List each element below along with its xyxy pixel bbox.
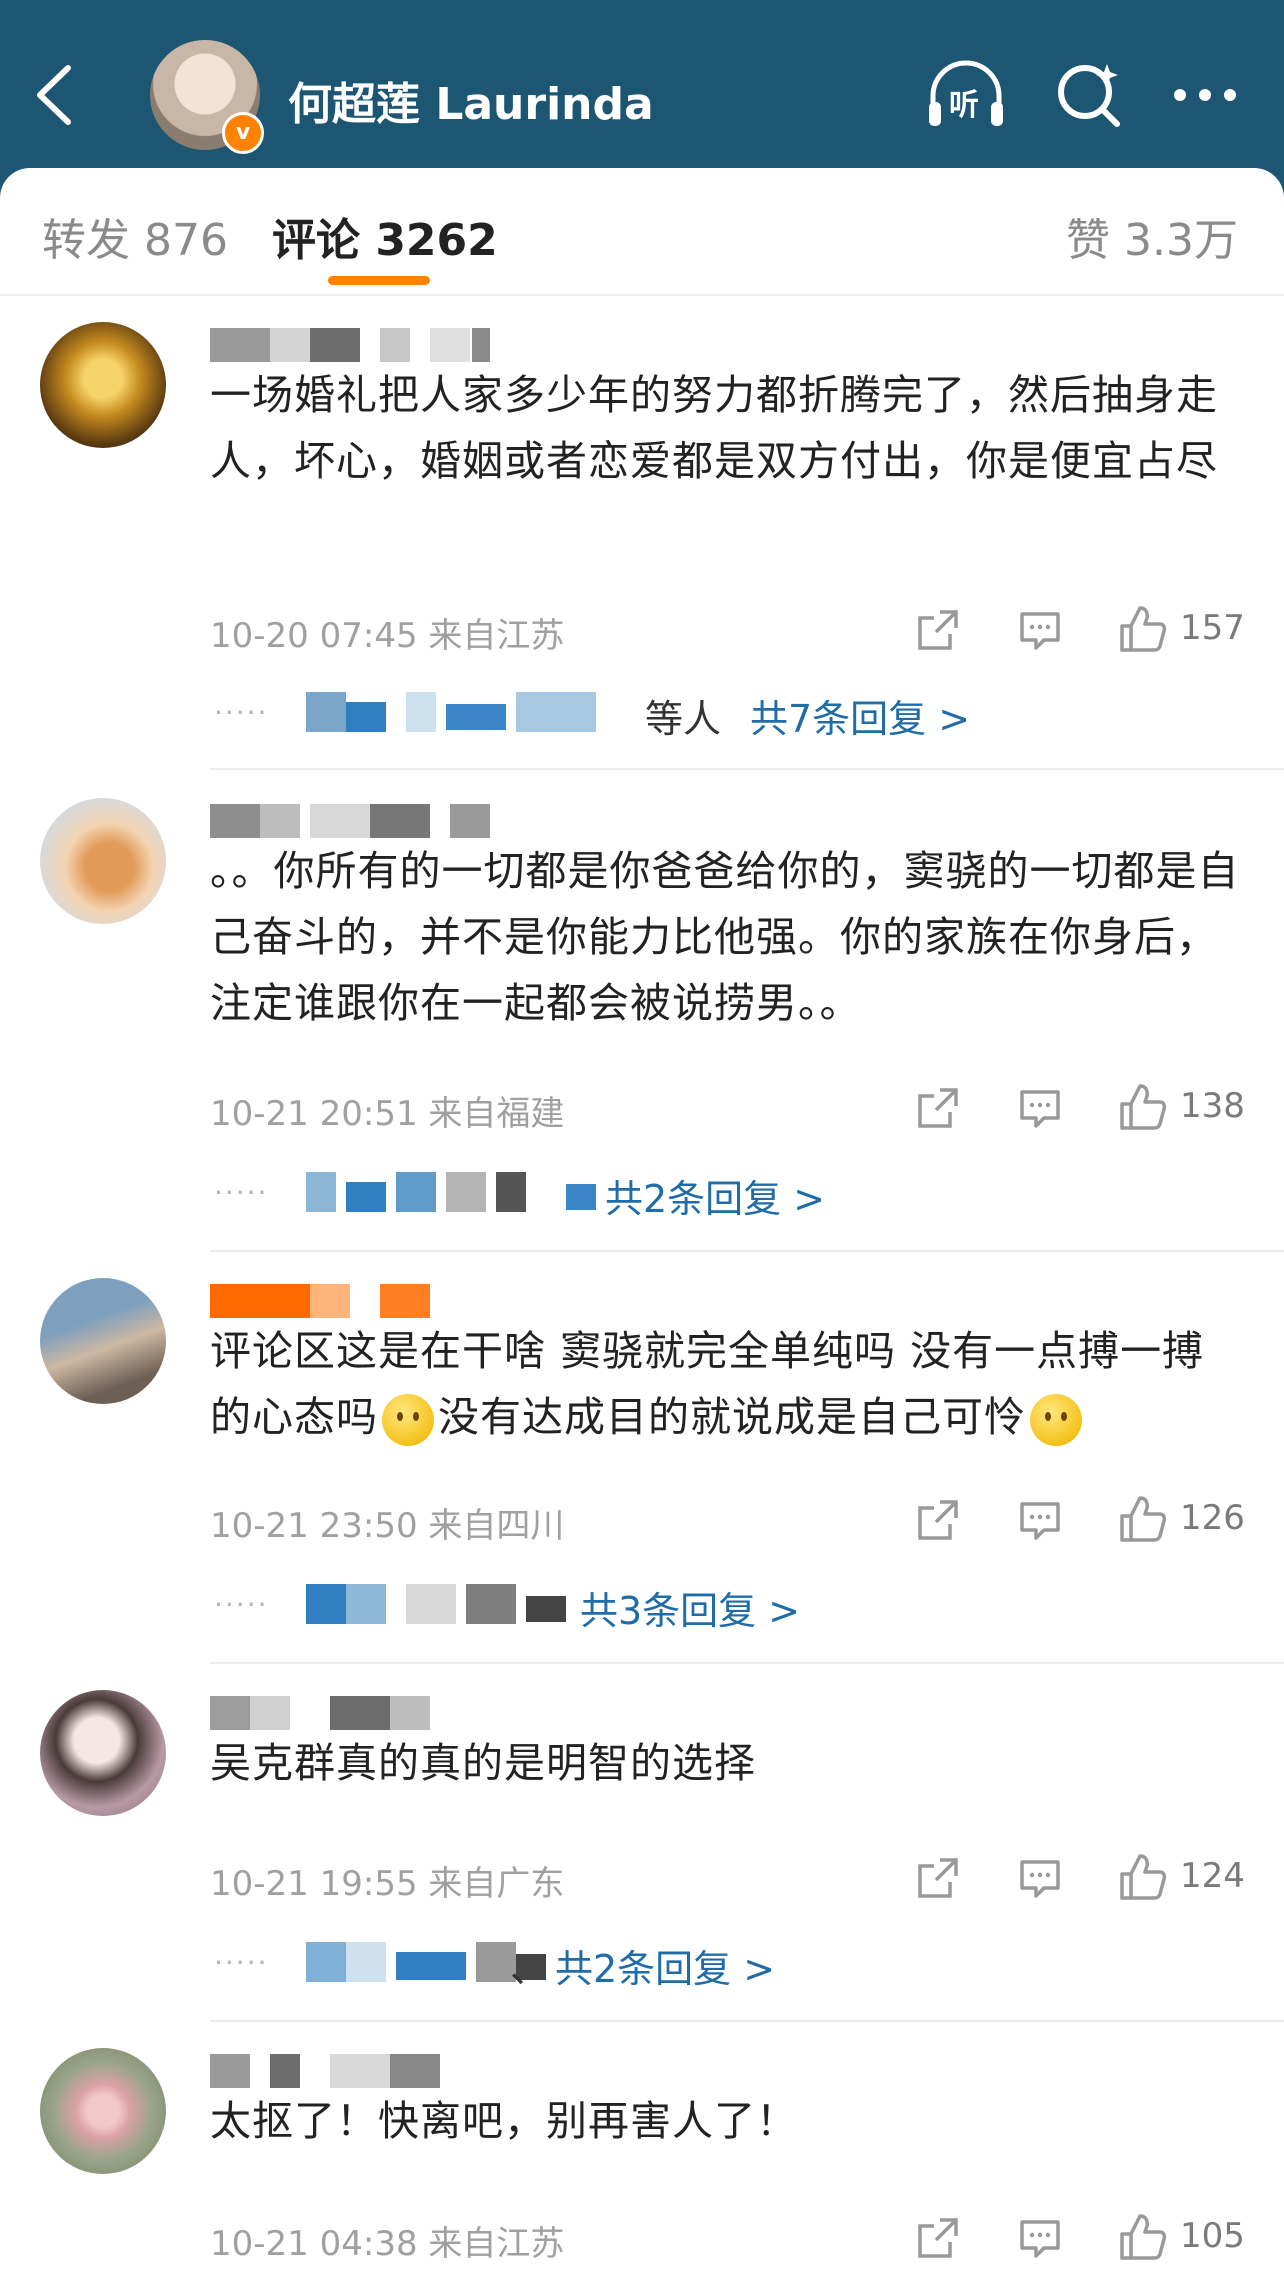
username-blurred[interactable] xyxy=(210,2054,500,2088)
comment-actions: 105 xyxy=(900,2210,1245,2266)
comment-text-part: 没有达成目的就说成是自己可怜 xyxy=(438,1393,1026,1441)
username-blurred[interactable] xyxy=(210,1696,500,1730)
comment-meta: 10-21 20:51 来自福建 xyxy=(210,1086,564,1135)
comment-time: 10-20 07:45 xyxy=(210,616,418,656)
comment-meta: 10-21 19:55 来自广东 xyxy=(210,1856,564,1905)
comment-time: 10-21 19:55 xyxy=(210,1864,418,1904)
tab-bar: 转发 876 评论 3262 赞 3.3万 xyxy=(0,168,1284,296)
reply-summary[interactable]: ····· 共2条回复 > xyxy=(210,1168,1110,1221)
comment-item: 。。你所有的一切都是你爸爸给你的，窦骁的一切都是自己奋斗的，并不是你能力比他强。… xyxy=(0,798,1284,1128)
view-replies-link[interactable]: 共7条回复 > xyxy=(750,688,970,743)
reply-suffix: 、 xyxy=(510,1947,549,1991)
like-count: 105 xyxy=(1180,2216,1245,2256)
like-count: 126 xyxy=(1180,1498,1245,1538)
tab-reposts[interactable]: 转发 876 xyxy=(42,204,228,268)
share-icon[interactable] xyxy=(916,608,960,652)
reply-suffix: 等人 xyxy=(645,697,722,741)
avatar[interactable] xyxy=(40,2048,166,2174)
tab-likes[interactable]: 赞 3.3万 xyxy=(1066,204,1238,268)
view-replies-link[interactable]: 共2条回复 > xyxy=(555,1938,775,1993)
avatar[interactable] xyxy=(40,798,166,924)
divider xyxy=(210,1662,1284,1664)
comment-location: 来自江苏 xyxy=(428,2224,565,2264)
reply-summary[interactable]: ····· 共3条回复 > xyxy=(210,1580,1110,1633)
tab-comments[interactable]: 评论 3262 xyxy=(272,204,498,268)
avatar[interactable] xyxy=(40,1690,166,1816)
reply-summary[interactable]: ····· 、 共2条回复 > xyxy=(210,1938,1110,1991)
like-count: 138 xyxy=(1180,1086,1245,1126)
comment-time: 10-21 04:38 xyxy=(210,2224,418,2264)
reply-dots: ····· xyxy=(214,1946,269,1979)
thumbs-up-icon[interactable] xyxy=(1118,2212,1168,2262)
reply-icon[interactable] xyxy=(1018,608,1062,652)
comment-meta: 10-21 04:38 来自江苏 xyxy=(210,2216,564,2265)
reply-names-blurred[interactable] xyxy=(306,692,626,732)
listen-button[interactable]: 听 xyxy=(925,60,1007,132)
comment-time: 10-21 23:50 xyxy=(210,1506,418,1546)
thumbs-up-icon[interactable] xyxy=(1118,604,1168,654)
reply-names-blurred[interactable] xyxy=(306,1584,626,1624)
reply-icon[interactable] xyxy=(1018,1856,1062,1900)
comment-text: 。。你所有的一切都是你爸爸给你的，窦骁的一切都是自己奋斗的，并不是你能力比他强。… xyxy=(210,847,1240,1027)
reply-dots: ····· xyxy=(214,1176,269,1209)
reply-icon[interactable] xyxy=(1018,1086,1062,1130)
divider xyxy=(210,2020,1284,2022)
comment-actions: 126 xyxy=(900,1492,1245,1548)
comment-item: 评论区这是在干啥 窦骁就完全单纯吗 没有一点搏一搏的心态吗 没有达成目的就说成是自… xyxy=(0,1278,1284,1528)
reply-summary[interactable]: ····· 等人 共7条回复 > xyxy=(210,688,1110,741)
thumbs-up-icon[interactable] xyxy=(1118,1852,1168,1902)
comment-meta: 10-21 23:50 来自四川 xyxy=(210,1498,564,1547)
active-tab-indicator xyxy=(328,276,430,285)
share-icon[interactable] xyxy=(916,1086,960,1130)
divider xyxy=(0,294,1284,296)
reply-names-blurred[interactable] xyxy=(306,1172,626,1212)
more-button[interactable] xyxy=(1170,80,1240,110)
back-button[interactable] xyxy=(30,60,80,130)
comment-location: 来自江苏 xyxy=(428,616,565,656)
reply-dots: ····· xyxy=(214,696,269,729)
comment-meta: 10-20 07:45 来自江苏 xyxy=(210,608,564,657)
like-count: 124 xyxy=(1180,1856,1245,1896)
view-replies-link[interactable]: 共3条回复 > xyxy=(580,1580,800,1635)
comment-time: 10-21 20:51 xyxy=(210,1094,418,1134)
share-icon[interactable] xyxy=(916,1856,960,1900)
comment-actions: 138 xyxy=(900,1080,1245,1136)
username-blurred[interactable] xyxy=(210,1284,500,1318)
comment-text: 太抠了！快离吧，别再害人了！ xyxy=(210,2097,798,2145)
share-icon[interactable] xyxy=(916,1498,960,1542)
divider xyxy=(210,1250,1284,1252)
avatar[interactable] xyxy=(40,1278,166,1404)
view-replies-link[interactable]: 共2条回复 > xyxy=(605,1168,825,1223)
thumbs-up-icon[interactable] xyxy=(1118,1082,1168,1132)
more-dots-icon xyxy=(1174,89,1236,101)
profile-name[interactable]: 何超莲 Laurinda xyxy=(288,68,654,132)
share-icon[interactable] xyxy=(916,2216,960,2260)
comment-location: 来自四川 xyxy=(428,1506,565,1546)
reply-icon[interactable] xyxy=(1018,2216,1062,2260)
comment-actions: 124 xyxy=(900,1850,1245,1906)
username-blurred[interactable] xyxy=(210,804,500,838)
comment-actions: 157 xyxy=(900,602,1245,658)
smile-emoji-icon xyxy=(382,1394,434,1446)
like-count: 157 xyxy=(1180,608,1245,648)
search-button[interactable] xyxy=(1055,60,1125,130)
comment-location: 来自福建 xyxy=(428,1094,565,1134)
comment-text: 吴克群真的真的是明智的选择 xyxy=(210,1739,756,1787)
avatar[interactable] xyxy=(40,322,166,448)
verified-badge-icon: v xyxy=(222,112,264,154)
content-card: 转发 876 评论 3262 赞 3.3万 一场婚礼把人家多少年的努力都折腾完了… xyxy=(0,168,1284,2290)
comment-text: 评论区这是在干啥 窦骁就完全单纯吗 没有一点搏一搏的心态吗 没有达成目的就说成是自… xyxy=(210,1318,1240,1450)
thumbs-up-icon[interactable] xyxy=(1118,1494,1168,1544)
comment-text: 一场婚礼把人家多少年的努力都折腾完了，然后抽身走人，坏心，婚姻或者恋爱都是双方付… xyxy=(210,371,1218,485)
reply-icon[interactable] xyxy=(1018,1498,1062,1542)
chevron-left-icon xyxy=(37,65,71,125)
reply-dots: ····· xyxy=(214,1588,269,1621)
divider xyxy=(210,768,1284,770)
comment-location: 来自广东 xyxy=(428,1864,565,1904)
username-blurred[interactable] xyxy=(210,328,500,362)
search-icon xyxy=(1058,64,1120,127)
listen-label: 听 xyxy=(949,88,979,123)
sweat-emoji-icon xyxy=(1030,1394,1082,1446)
